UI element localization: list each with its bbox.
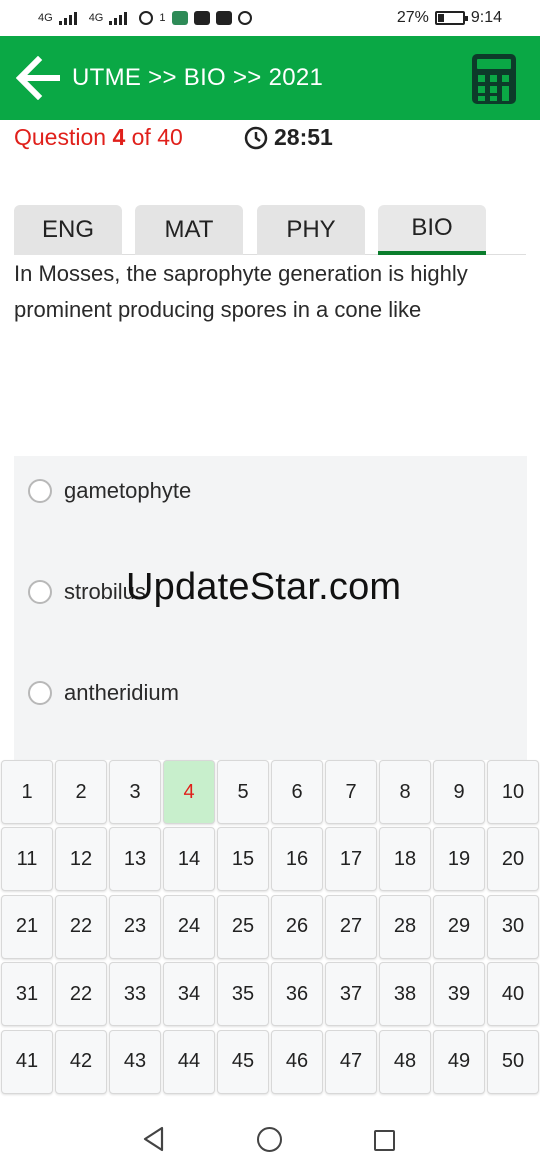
question-number: 4 — [112, 124, 126, 150]
notification-count: 1 — [159, 12, 166, 24]
question-number-cell[interactable]: 47 — [325, 1029, 377, 1094]
tab-mat[interactable]: MAT — [135, 205, 243, 255]
exam-timer: 28:51 — [244, 124, 333, 151]
question-counter-suffix: of 40 — [125, 124, 183, 150]
tab-phy[interactable]: PHY — [257, 205, 365, 255]
square-recents-icon[interactable] — [374, 1130, 395, 1151]
question-number-cell[interactable]: 42 — [55, 1029, 107, 1094]
triangle-back-icon[interactable] — [142, 1126, 166, 1152]
signal-strength-icon — [58, 11, 83, 25]
question-text: In Mosses, the saprophyte generation is … — [14, 261, 468, 322]
radio-button[interactable] — [28, 580, 52, 604]
youtube-icon — [193, 11, 210, 25]
question-number-cell[interactable]: 49 — [433, 1029, 485, 1094]
question-number-cell[interactable]: 13 — [109, 827, 161, 892]
question-number-cell[interactable]: 39 — [433, 962, 485, 1027]
question-number-cell[interactable]: 29 — [433, 894, 485, 959]
signal-strength-icon — [109, 11, 133, 25]
battery-icon — [434, 11, 468, 25]
question-number-cell[interactable]: 37 — [325, 962, 377, 1027]
battery-percentage: 27% — [396, 9, 429, 26]
app-bar: UTME >> BIO >> 2021 — [0, 36, 540, 120]
question-number-cell[interactable]: 5 — [217, 760, 269, 824]
timer-value: 28:51 — [274, 124, 333, 150]
status-icons-left: 4G 4G 1 — [38, 11, 252, 25]
question-number-cell[interactable]: 33 — [109, 962, 161, 1027]
question-number-cell[interactable]: 50 — [487, 1029, 539, 1094]
radio-button[interactable] — [28, 479, 52, 503]
question-number-cell[interactable]: 22 — [55, 894, 107, 959]
option-c[interactable]: antheridium — [28, 680, 179, 706]
question-number-cell[interactable]: 11 — [1, 827, 53, 892]
clock: 9:14 — [470, 9, 502, 26]
question-number-cell[interactable]: 9 — [433, 760, 485, 824]
question-number-cell[interactable]: 16 — [271, 827, 323, 892]
tab-eng[interactable]: ENG — [14, 205, 122, 255]
system-nav-bar — [0, 1100, 540, 1170]
back-button[interactable] — [15, 55, 62, 101]
question-number-cell[interactable]: 46 — [271, 1029, 323, 1094]
tab-bio[interactable]: BIO — [378, 205, 486, 255]
option-label: gametophyte — [64, 478, 192, 503]
question-number-cell[interactable]: 26 — [271, 894, 323, 959]
calculator-icon — [472, 54, 516, 104]
question-number-cell[interactable]: 28 — [379, 894, 431, 959]
question-number-cell[interactable]: 3 — [109, 760, 161, 824]
question-number-cell[interactable]: 20 — [487, 827, 539, 892]
question-number-cell[interactable]: 25 — [217, 894, 269, 959]
question-number-cell[interactable]: 18 — [379, 827, 431, 892]
question-number-cell[interactable]: 41 — [1, 1029, 53, 1094]
question-number-cell[interactable]: 24 — [163, 894, 215, 959]
question-number-cell[interactable]: 17 — [325, 827, 377, 892]
question-number-cell[interactable]: 35 — [217, 962, 269, 1027]
question-number-cell[interactable]: 38 — [379, 962, 431, 1027]
app-notification-icon — [171, 11, 188, 25]
question-number-cell[interactable]: 1 — [1, 760, 53, 824]
question-number-cell[interactable]: 40 — [487, 962, 539, 1027]
question-number-cell[interactable]: 4 — [163, 760, 215, 824]
news-icon — [215, 11, 232, 25]
question-number-cell[interactable]: 21 — [1, 894, 53, 959]
network-type-label: 4G — [88, 12, 104, 24]
b-notification-icon — [237, 11, 252, 25]
subject-tabs: ENG MAT PHY BIO — [14, 205, 526, 255]
clock-icon — [244, 126, 268, 149]
question-counter: Question 4 of 40 — [14, 124, 183, 151]
question-number-cell[interactable]: 14 — [163, 827, 215, 892]
option-label: antheridium — [64, 680, 179, 705]
option-a[interactable]: gametophyte — [28, 478, 191, 504]
status-icons-right: 27% 9:14 — [397, 9, 502, 27]
question-number-cell[interactable]: 19 — [433, 827, 485, 892]
circle-home-icon[interactable] — [257, 1127, 282, 1152]
question-number-cell[interactable]: 10 — [487, 760, 539, 824]
question-number-cell[interactable]: 2 — [55, 760, 107, 824]
question-number-cell[interactable]: 12 — [55, 827, 107, 892]
question-number-cell[interactable]: 27 — [325, 894, 377, 959]
question-number-cell[interactable]: 6 — [271, 760, 323, 824]
question-counter-prefix: Question — [14, 124, 113, 150]
question-number-cell[interactable]: 45 — [217, 1029, 269, 1094]
calculator-button[interactable] — [472, 54, 516, 104]
question-number-cell[interactable]: 43 — [109, 1029, 161, 1094]
question-number-cell[interactable]: 30 — [487, 894, 539, 959]
question-number-cell[interactable]: 15 — [217, 827, 269, 892]
hotspot-icon — [139, 11, 154, 25]
radio-button[interactable] — [28, 681, 52, 705]
watermark: UpdateStar.com — [126, 566, 402, 608]
question-number-cell[interactable]: 8 — [379, 760, 431, 824]
arrow-left-icon — [15, 55, 60, 101]
battery-fill — [437, 14, 444, 22]
question-number-cell[interactable]: 44 — [163, 1029, 215, 1094]
question-number-cell[interactable]: 36 — [271, 962, 323, 1027]
question-number-cell[interactable]: 22 — [55, 962, 107, 1027]
question-number-cell[interactable]: 34 — [163, 962, 215, 1027]
app-bar-title: UTME >> BIO >> 2021 — [72, 64, 324, 91]
network-type-label: 4G — [38, 12, 53, 24]
question-number-cell[interactable]: 7 — [325, 760, 377, 824]
question-number-cell[interactable]: 48 — [379, 1029, 431, 1094]
question-number-cell[interactable]: 23 — [109, 894, 161, 959]
status-bar: 4G 4G 1 27% 9:14 — [0, 0, 540, 36]
question-number-cell[interactable]: 31 — [1, 962, 53, 1027]
